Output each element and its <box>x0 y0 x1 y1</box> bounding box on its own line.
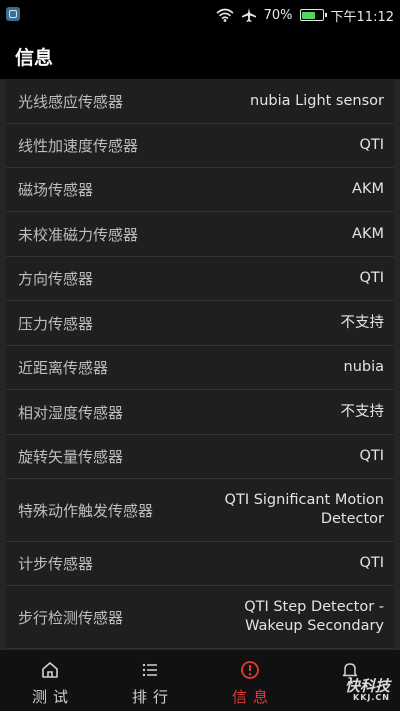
sensor-label: 压力传感器 <box>18 314 94 333</box>
page-title: 信息 <box>15 47 54 69</box>
watermark-main: 快科技 <box>344 677 390 695</box>
sensor-value: AKM <box>352 225 384 242</box>
battery-percent: 70% <box>263 7 293 23</box>
sensor-value: QTI Significant Motion Detector <box>224 492 384 527</box>
sensor-row[interactable]: 磁场传感器 AKM <box>6 168 394 212</box>
sensor-label: 未校准磁力传感器 <box>18 225 139 244</box>
watermark-logo: 快科技 KKJ.CN <box>344 677 390 703</box>
battery-level <box>302 11 316 19</box>
screen: 70% 下午11:12 信息 光线感应传感器 nubia Light sensor… <box>0 0 400 711</box>
bottom-nav: 测试 排行 信息 <box>0 649 400 711</box>
wifi-icon <box>216 8 234 22</box>
sensor-row[interactable]: 压力传感器 不支持 <box>6 301 394 346</box>
nav-label: 测试 <box>31 688 74 706</box>
home-icon <box>40 660 60 680</box>
clock: 下午11:12 <box>330 9 394 25</box>
sensor-row[interactable]: 未校准磁力传感器 AKM <box>6 212 394 257</box>
notification-app-icon <box>6 7 20 21</box>
sensor-row[interactable]: 方向传感器 QTI <box>6 257 394 301</box>
sensor-row[interactable]: 相对湿度传感器 不支持 <box>6 390 394 435</box>
nav-label: 信息 <box>231 688 274 706</box>
sensor-value: QTI <box>359 555 384 571</box>
sensor-value: 不支持 <box>340 403 385 420</box>
sensor-label: 线性加速度传感器 <box>18 137 139 155</box>
sensor-row[interactable]: 计步传感器 QTI <box>6 542 394 586</box>
sensor-label: 计步传感器 <box>18 555 94 573</box>
status-bar: 70% 下午11:12 <box>0 0 400 30</box>
sensor-label: 特殊动作触发传感器 <box>18 501 154 520</box>
sensor-value: QTI <box>359 270 384 286</box>
sensor-value: nubia Light sensor <box>250 92 384 109</box>
nav-tab-1[interactable]: 测试 <box>0 650 100 711</box>
sensor-row[interactable]: 线性加速度传感器 QTI <box>6 124 394 168</box>
sensor-label: 相对湿度传感器 <box>18 403 124 422</box>
sensor-row[interactable]: 特殊动作触发传感器 QTI Significant Motion Detector <box>6 479 394 542</box>
list-icon <box>140 660 160 680</box>
sensor-label: 方向传感器 <box>18 270 94 288</box>
sensor-value: AKM <box>352 181 384 197</box>
sensor-row[interactable]: 光线感应传感器 nubia Light sensor <box>6 79 394 124</box>
sensor-label: 光线感应传感器 <box>18 92 124 111</box>
sensor-row[interactable]: 旋转矢量传感器 QTI <box>6 435 394 479</box>
sensor-value: nubia <box>343 359 385 375</box>
sensor-value: QTI <box>359 137 384 153</box>
nav-tab-2[interactable]: 排行 <box>100 650 200 711</box>
sensor-value: QTI <box>359 448 384 464</box>
sensor-label: 磁场传感器 <box>18 181 94 199</box>
sensor-list[interactable]: 光线感应传感器 nubia Light sensor 线性加速度传感器 QTI 磁场传感… <box>0 79 400 649</box>
sensor-row[interactable]: 近距离传感器 nubia <box>6 346 394 390</box>
sensor-label: 旋转矢量传感器 <box>18 448 124 466</box>
sensor-label: 近距离传感器 <box>18 359 109 377</box>
status-icons: 70% 下午11:12 <box>216 6 394 25</box>
sensor-value: QTI Step Detector - Wakeup Secondary <box>244 599 384 634</box>
nav-tab-3[interactable]: 信息 <box>200 650 300 711</box>
sensor-label: 步行检测传感器 <box>18 608 124 627</box>
sensor-row[interactable]: 步行检测传感器 QTI Step Detector - Wakeup Second… <box>6 586 394 649</box>
app-bar: 信息 <box>0 30 400 79</box>
info-icon <box>240 660 260 680</box>
nav-label: 排行 <box>131 688 174 706</box>
battery-icon <box>299 9 327 21</box>
airplane-icon <box>241 8 256 22</box>
sensor-value: 不支持 <box>340 314 385 331</box>
